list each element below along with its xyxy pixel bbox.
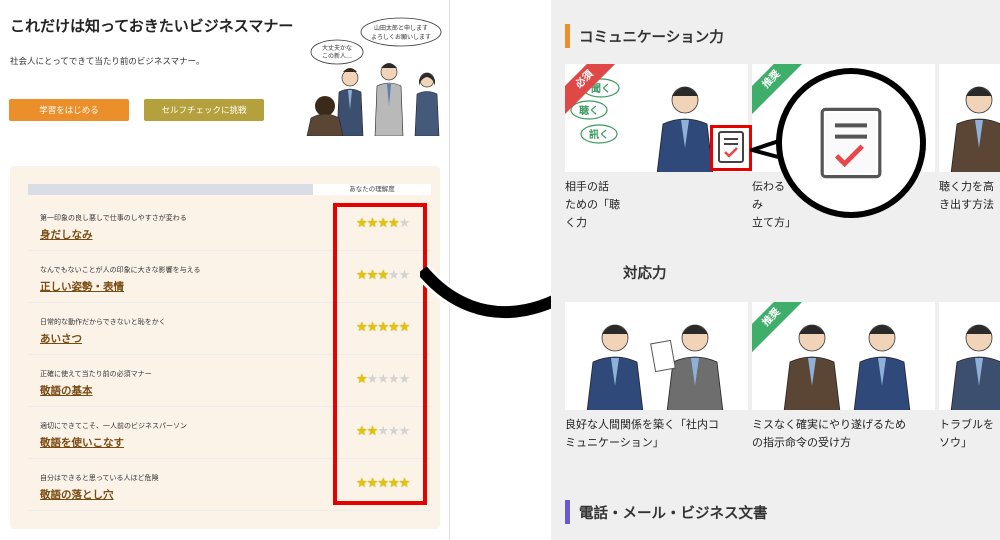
course-title-line: 良好な人間関係を築く「社内コ (565, 418, 719, 431)
row-description: 適切にできてこそ、一人前のビジネスパーソン (40, 422, 187, 430)
course-title-line: 相手の話 (565, 180, 609, 193)
course-card-thumbnail[interactable] (565, 302, 748, 410)
page-title: これだけは知っておきたいビジネスマナー (10, 17, 294, 35)
course-card-title[interactable]: 良好な人間関係を築く「社内コ ミュニケーション」 (565, 416, 743, 452)
page-subtitle: 社会人にとってできて当たり前のビジネスマナー。 (10, 57, 205, 67)
row-topic-link[interactable]: 正しい姿勢・表情 (40, 279, 124, 294)
panel-header-bar (28, 184, 313, 195)
self-check-doc-icon[interactable] (710, 125, 752, 171)
row-description: なんでもないことが人の印象に大きな影響を与える (40, 266, 201, 274)
row-description: 自分はできると思っている人ほど危険 (40, 474, 159, 482)
section-accent-bar (565, 24, 570, 48)
course-card-title[interactable]: 相手の話ための「聴く力 (565, 178, 743, 232)
section-title: コミュニケーション力 (579, 29, 724, 46)
row-description: 第一印象の良し悪しで仕事のしやすさが変わる (40, 214, 187, 222)
course-title-line: ソウ」 (939, 436, 972, 449)
course-title-line: の指示命令の受け方 (752, 436, 851, 449)
course-card-thumbnail[interactable] (939, 64, 1000, 172)
speech-label: 訊く (589, 128, 609, 141)
stars-highlight-box (333, 203, 427, 505)
row-topic-link[interactable]: あいさつ (40, 331, 82, 346)
course-card-title[interactable]: ミスなく確実にやり遂げるため の指示命令の受け方 (752, 416, 930, 452)
svg-text:山田太郎と申します: 山田太郎と申します (374, 24, 428, 32)
start-learning-button[interactable]: 学習をはじめる (9, 99, 129, 121)
business-manners-page: これだけは知っておきたいビジネスマナー 社会人にとってできて当たり前のビジネスマ… (0, 0, 450, 540)
course-list-page: コミュニケーション力 聞く 聴く 訊く 必須 相手の話 ための「聴 く力 推奨 伝わるみ立て方」… (551, 0, 1000, 540)
course-title-line: き出す方法 (939, 198, 994, 211)
svg-text:この新人…: この新人… (322, 52, 352, 60)
self-check-button[interactable]: セルフチェックに挑戦 (144, 99, 264, 121)
svg-text:大丈夫かな: 大丈夫かな (322, 44, 352, 52)
row-description: 日常的な動作だからできないと恥をかく (40, 318, 166, 326)
course-card-title[interactable]: 聴く力を高き出す方法 (939, 178, 1000, 214)
row-topic-link[interactable]: 敬語の基本 (40, 383, 93, 398)
row-topic-link[interactable]: 身だしなみ (40, 227, 93, 242)
section-title: 電話・メール・ビジネス文書 (579, 505, 768, 522)
speech-label: 聴く (579, 104, 599, 117)
row-topic-link[interactable]: 敬語を使いこなす (40, 435, 124, 450)
course-illustration (565, 302, 748, 410)
hero-illustration: 大丈夫かな この新人… 山田太郎と申します よろしくお願いします (305, 14, 445, 136)
course-card-title[interactable]: トラブルを ソウ」 (939, 416, 1000, 452)
document-check-icon (820, 107, 882, 179)
course-title-line: ミスなく確実にやり遂げるため (752, 418, 906, 431)
document-check-icon (718, 131, 744, 163)
course-illustration (939, 302, 1000, 410)
section-accent-bar (565, 500, 570, 524)
course-title-line: く力 (565, 216, 587, 229)
course-card-thumbnail[interactable] (939, 302, 1000, 410)
course-title-line: ための「聴 (565, 198, 620, 211)
course-illustration (939, 64, 1000, 172)
section-title: 対応力 (623, 266, 667, 282)
row-topic-link[interactable]: 敬語の落とし穴 (40, 487, 114, 502)
row-description: 正確に使えて当たり前の必須マナー (40, 370, 152, 378)
section-header-response: 対応力 (565, 262, 667, 283)
course-title-line: 聴く力を高 (939, 180, 994, 193)
section-header-communication: コミュニケーション力 (565, 24, 724, 48)
course-title-line: ミュニケーション」 (565, 436, 664, 449)
svg-text:よろしくお願いします: よろしくお願いします (371, 34, 431, 41)
course-title-line: トラブルを (939, 418, 994, 431)
zoomed-doc-icon (776, 68, 926, 218)
section-header-documents: 電話・メール・ビジネス文書 (565, 500, 768, 524)
course-card-thumbnail[interactable]: 推奨 (752, 302, 935, 410)
understanding-level-header: あなたの理解度 (313, 184, 431, 195)
